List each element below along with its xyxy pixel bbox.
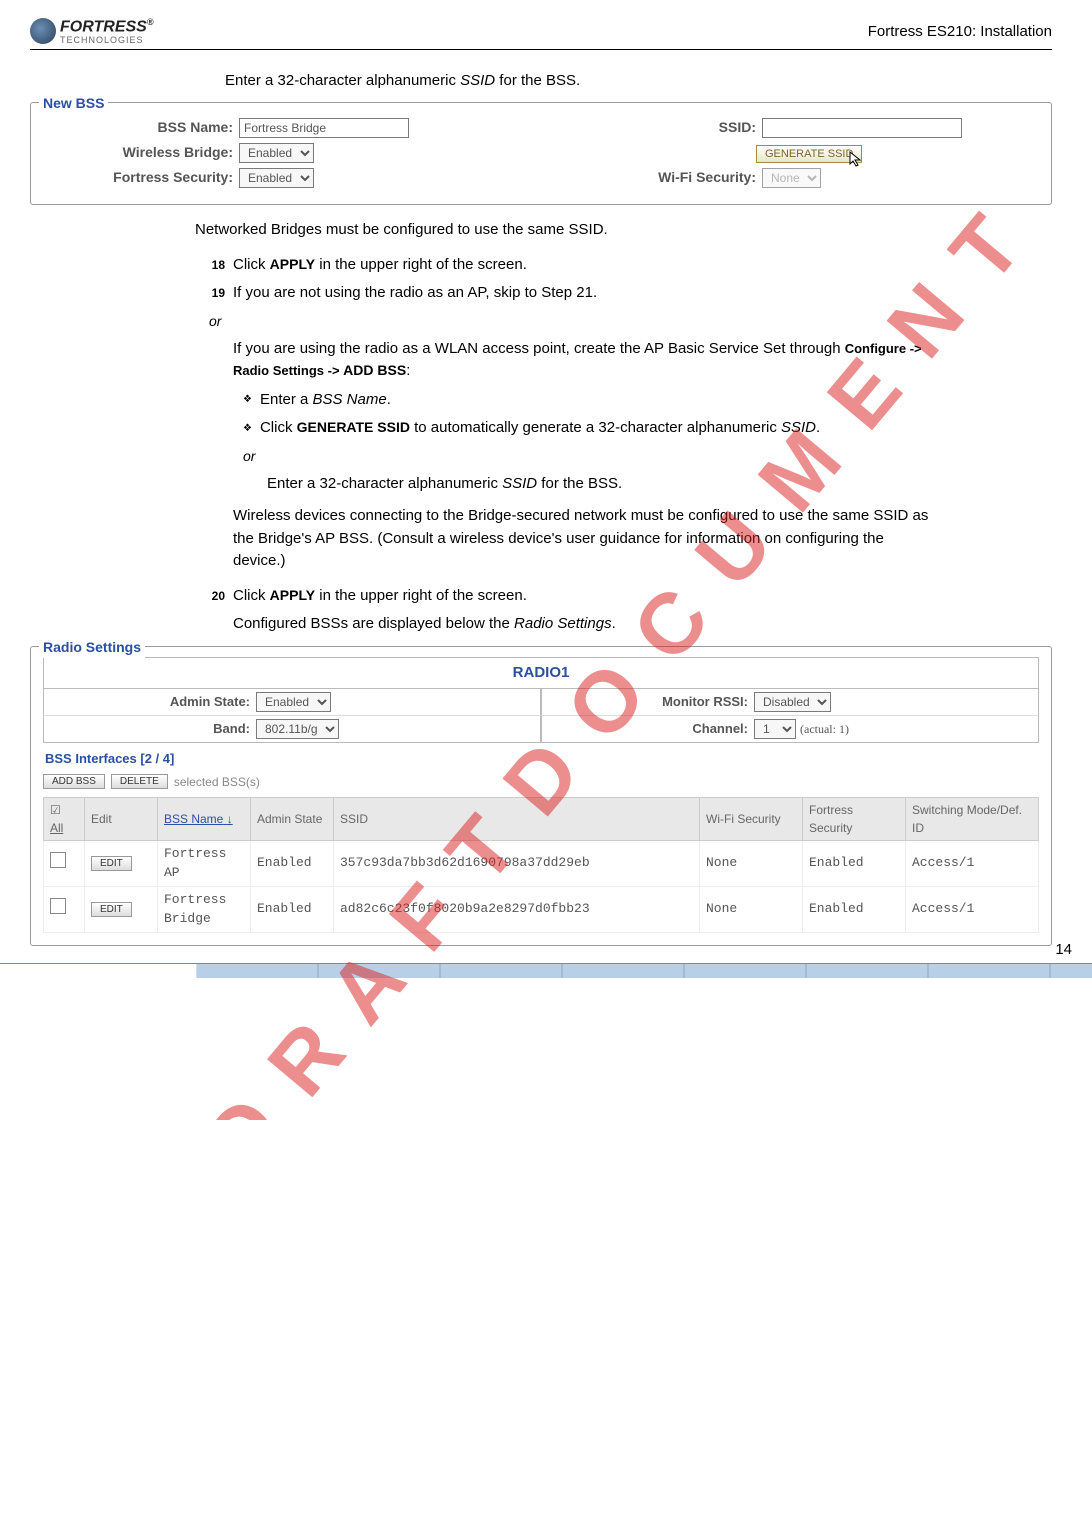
table-row: EDIT Fortress APEnabled357c93da7bb3d62d1… [44, 840, 1039, 886]
wifi-security-select: None [762, 168, 821, 188]
bss-interfaces-header: BSS Interfaces [2 / 4] [43, 743, 1039, 771]
col-fortress: Fortress Security [803, 797, 906, 840]
rssi-label: Monitor RSSI: [548, 692, 754, 712]
intro-line: Enter a 32-character alphanumeric SSID f… [225, 70, 932, 93]
ssid-input[interactable] [762, 118, 962, 138]
fortress-logo-icon [30, 18, 56, 44]
row-checkbox[interactable] [50, 852, 66, 868]
wireless-bridge-select[interactable]: Enabled [239, 143, 314, 163]
edit-row-button[interactable]: EDIT [91, 856, 132, 871]
col-ssid: SSID [334, 797, 700, 840]
selected-text: selected BSS(s) [174, 773, 260, 791]
paragraph-wlan: If you are using the radio as a WLAN acc… [233, 338, 932, 383]
col-admin: Admin State [251, 797, 334, 840]
footer-bar [0, 963, 1092, 978]
paragraph-wireless-devices: Wireless devices connecting to the Bridg… [233, 505, 932, 573]
wifi-security-label: Wi-Fi Security: [556, 167, 762, 188]
sort-icon: ↓ [227, 812, 233, 826]
step-20: 20 Click APPLY in the upper right of the… [195, 585, 932, 608]
channel-label: Channel: [548, 719, 754, 739]
bullet-bssname: ❖Enter a BSS Name. [243, 389, 932, 412]
or-2: or [243, 446, 932, 467]
bullet-enterssid: Enter a 32-character alphanumeric SSID f… [267, 473, 932, 496]
generate-ssid-button[interactable]: GENERATE SSID [756, 145, 862, 163]
paragraph-configured: Configured BSSs are displayed below the … [233, 613, 932, 636]
bullet-genssid: ❖Click GENERATE SSID to automatically ge… [243, 417, 932, 440]
channel-actual: (actual: 1) [796, 720, 849, 738]
page-number: 14 [1055, 941, 1072, 958]
fortress-security-label: Fortress Security: [43, 167, 239, 188]
admin-state-select[interactable]: Enabled [256, 692, 331, 712]
band-select[interactable]: 802.11b/g [256, 719, 339, 739]
channel-select[interactable]: 1 [754, 719, 796, 739]
bss-name-label: BSS Name: [43, 117, 239, 138]
delete-button[interactable]: DELETE [111, 774, 168, 789]
header-title: Fortress ES210: Installation [868, 23, 1052, 40]
bss-table: ☑All Edit BSS Name ↓ Admin State SSID Wi… [43, 797, 1039, 933]
ssid-label: SSID: [556, 117, 762, 138]
col-bss-name[interactable]: BSS Name ↓ [158, 797, 251, 840]
select-all-icon[interactable]: ☑All [50, 803, 63, 835]
registered-mark: ® [147, 17, 154, 27]
wireless-bridge-label: Wireless Bridge: [43, 142, 239, 163]
band-label: Band: [50, 719, 256, 739]
radio-legend: Radio Settings [39, 637, 145, 658]
radio-settings-fieldset: Radio Settings RADIO1 Admin State:Enable… [30, 646, 1052, 946]
paragraph-networked: Networked Bridges must be configured to … [195, 219, 932, 242]
logo-text: FORTRESS [60, 18, 147, 35]
col-wifi: Wi-Fi Security [700, 797, 803, 840]
radio1-title: RADIO1 [43, 657, 1039, 690]
rssi-select[interactable]: Disabled [754, 692, 831, 712]
bss-name-input[interactable] [239, 118, 409, 138]
step-19: 19 If you are not using the radio as an … [195, 282, 932, 305]
edit-row-button[interactable]: EDIT [91, 902, 132, 917]
new-bss-fieldset: New BSS BSS Name: Wireless Bridge:Enable… [30, 102, 1052, 205]
col-edit: Edit [85, 797, 158, 840]
or-1: or [209, 311, 932, 332]
admin-state-label: Admin State: [50, 692, 256, 712]
cursor-icon [848, 150, 866, 168]
logo-subtext: TECHNOLOGIES [60, 35, 153, 45]
fortress-security-select[interactable]: Enabled [239, 168, 314, 188]
new-bss-legend: New BSS [39, 93, 108, 114]
row-checkbox[interactable] [50, 898, 66, 914]
table-row: EDIT Fortress BridgeEnabledad82c6c23f0f8… [44, 886, 1039, 932]
add-bss-button[interactable]: ADD BSS [43, 774, 105, 789]
col-switch: Switching Mode/Def. ID [906, 797, 1039, 840]
logo: FORTRESS® TECHNOLOGIES [30, 18, 153, 45]
step-18: 18 Click APPLY in the upper right of the… [195, 254, 932, 277]
